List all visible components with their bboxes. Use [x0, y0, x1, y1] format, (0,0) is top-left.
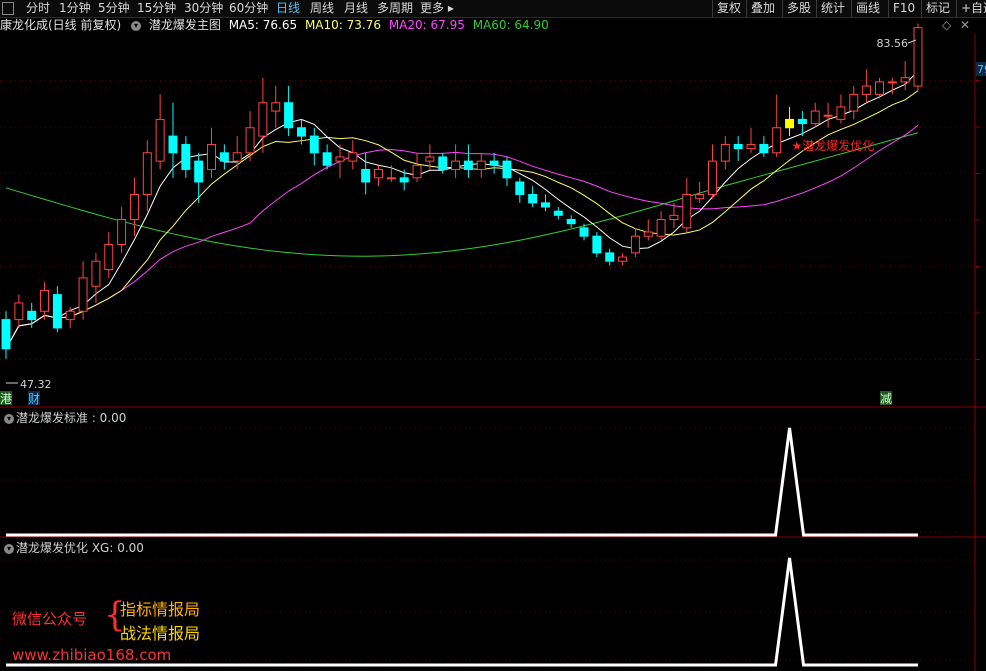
high-price-label: 83.56 — [877, 37, 909, 50]
candle-body — [849, 93, 859, 112]
candle-body — [733, 143, 743, 150]
candle-body — [104, 244, 114, 271]
panel3-label: ▾ 潜龙爆发优化 XG: 0.00 — [2, 539, 144, 556]
candle-body — [862, 85, 872, 95]
candle-body — [374, 168, 383, 179]
candle-body — [797, 118, 807, 125]
candle-body — [207, 143, 217, 170]
ma5-line — [5, 70, 919, 350]
candle-body — [913, 27, 923, 87]
ma10-line — [5, 90, 919, 350]
candle-body — [361, 168, 371, 183]
candle-body — [412, 164, 422, 179]
candle-body — [746, 143, 756, 150]
candle-body — [682, 193, 692, 229]
right-price-label: 79 — [977, 63, 986, 76]
candle-body — [78, 277, 88, 312]
watermark-left: 微信公众号 — [12, 610, 88, 628]
candle-body — [65, 310, 75, 321]
candle-body — [759, 143, 769, 154]
tag-reduce: 减 — [880, 392, 892, 406]
candle-body — [438, 156, 448, 170]
candle-body — [707, 160, 717, 195]
chart-canvas[interactable]: 83.56 47.32 79 ★潜龙爆发优化港 财 减 — [0, 0, 986, 671]
candle-body — [823, 114, 833, 117]
candle-body — [399, 177, 409, 183]
candle-body — [155, 118, 165, 162]
candle-body — [322, 152, 332, 166]
signal-annotation: ★潜龙爆发优化 — [792, 138, 875, 153]
candle-body — [91, 260, 101, 287]
panel3-dropdown-icon[interactable]: ▾ — [4, 543, 14, 554]
low-price-label: 47.32 — [20, 378, 52, 391]
candle-body — [566, 219, 576, 225]
ma60-line — [5, 132, 919, 257]
candle-body — [296, 127, 306, 137]
watermark-right1: 指标情报局 — [120, 600, 201, 619]
candle-body — [194, 160, 204, 183]
candle-body — [232, 152, 242, 162]
candle-body — [14, 302, 24, 321]
candle-body — [386, 177, 396, 180]
watermark-right2: 战法情报局 — [120, 624, 201, 643]
panel2-dropdown-icon[interactable]: ▾ — [4, 413, 14, 424]
candle-body — [425, 156, 435, 162]
candle-body — [181, 143, 191, 170]
candle-body — [541, 202, 550, 208]
candle-body — [309, 135, 319, 154]
candle-body — [772, 127, 782, 154]
candle-body — [874, 81, 884, 95]
candle-body — [528, 193, 538, 204]
candle-body — [605, 252, 615, 262]
candle-body — [129, 193, 139, 221]
candle-body — [348, 152, 358, 162]
candle-body — [515, 181, 525, 195]
candle-body — [271, 102, 281, 112]
candle-body — [502, 160, 512, 179]
candle-body — [117, 219, 127, 246]
candle-body — [284, 102, 294, 129]
candle-body — [579, 227, 589, 237]
candle-body — [669, 214, 679, 221]
candle-body — [1, 319, 11, 350]
candle-body — [887, 81, 897, 84]
watermark-url: www.zhibiao168.com — [12, 646, 172, 664]
candle-body — [643, 231, 653, 237]
candle-body — [656, 219, 666, 237]
candle-body — [451, 160, 461, 170]
candle-body — [463, 160, 473, 170]
candle-body — [630, 235, 640, 254]
candle-body — [27, 310, 37, 321]
candle-body — [720, 143, 730, 162]
candle-body — [592, 235, 602, 254]
candle-body — [695, 193, 705, 200]
candle-body — [142, 152, 152, 195]
candle-body — [52, 294, 62, 329]
candle-body — [553, 210, 563, 216]
candle-body — [258, 102, 268, 137]
ma20-line — [5, 125, 919, 350]
candle-body — [40, 289, 50, 312]
candle-body — [335, 156, 345, 162]
candle-body — [618, 256, 628, 262]
tag-hk: 港 — [0, 392, 12, 406]
watermark: 微信公众号 { 指标情报局 战法情报局 www.zhibiao168.com — [12, 596, 232, 666]
candle-body — [489, 160, 499, 166]
panel2-label: ▾ 潜龙爆发标准 : 0.00 — [2, 409, 126, 426]
candle-body — [836, 106, 846, 120]
candle-body — [900, 77, 910, 83]
panel2-xg-line — [6, 427, 918, 537]
candle-body — [810, 110, 820, 125]
tag-fin: 财 — [28, 392, 40, 406]
candle-body — [785, 118, 795, 129]
candle-body — [245, 127, 255, 154]
candle-body — [219, 152, 229, 162]
candle-body — [476, 160, 486, 170]
candle-body — [168, 135, 178, 154]
